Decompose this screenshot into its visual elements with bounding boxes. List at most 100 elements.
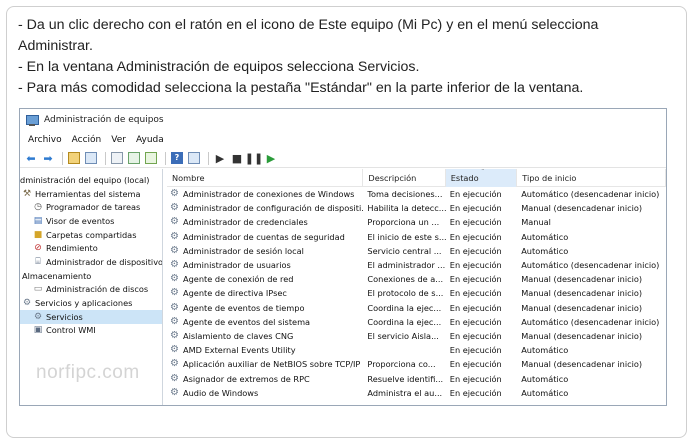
instructions-text: - Da un clic derecho con el ratón en el … xyxy=(18,15,678,99)
table-row[interactable]: ⚙ AMD External Events Utility En ejecución… xyxy=(167,343,666,357)
service-gear-icon: ⚙ xyxy=(170,288,179,299)
pause-icon[interactable]: ❚❚ xyxy=(245,151,263,165)
up-folder-icon[interactable] xyxy=(67,151,81,165)
tree-item-task-scheduler[interactable]: ◷ Programador de tareas xyxy=(20,200,162,214)
service-name-cell: ⚙ Aplicación auxiliar de NetBIOS sobre TC… xyxy=(167,359,363,369)
service-name-cell: ⚙ AMD External Events Utility xyxy=(167,345,363,355)
service-state: En ejecución xyxy=(449,260,502,271)
tree-item-disk-management[interactable]: ▭ Administración de discos xyxy=(20,283,162,297)
service-description: Servicio central ... xyxy=(367,245,442,256)
service-gear-icon: ⚙ xyxy=(170,217,179,228)
table-row[interactable]: ⚙ Administrador de sesión local Servicio c… xyxy=(167,244,666,258)
table-row[interactable]: ⚙ Agente de conexión de red Conexiones de … xyxy=(167,272,666,286)
table-row[interactable]: ⚙ Administrador de configuración de dispo… xyxy=(167,201,666,215)
service-name-cell: ⚙ Asignador de extremos de RPC xyxy=(167,374,363,384)
service-startup-type: Automático (desencadenar inicio) xyxy=(521,260,660,271)
service-name-cell: ⚙ Administrador de configuración de dispo… xyxy=(167,203,363,213)
tree-item-label: Control WMI xyxy=(46,325,96,336)
tree-item-device-manager[interactable]: ⌸ Administrador de dispositivo xyxy=(20,255,162,269)
tree-item-shared-folders[interactable]: ■ Carpetas compartidas xyxy=(20,228,162,242)
service-state: En ejecución xyxy=(449,203,502,214)
tree-item-computer-management[interactable]: dministración del equipo (local) xyxy=(20,173,162,187)
menu-archivo[interactable]: Archivo xyxy=(28,135,62,145)
table-row[interactable]: ⚙ Agente de directiva IPsec El protocolo d… xyxy=(167,286,666,300)
service-startup-type: Automático (desencadenar inicio) xyxy=(521,316,660,327)
table-row[interactable]: ⚙ Agente de eventos del sistema Coordina l… xyxy=(167,315,666,329)
refresh-icon[interactable] xyxy=(127,151,141,165)
service-state: En ejecución xyxy=(449,345,502,356)
table-row[interactable]: ⚙ Administrador de conexiones de Windows T… xyxy=(167,187,666,201)
tree-item-label: Servicios y aplicaciones xyxy=(35,298,133,309)
show-hide-tree-icon[interactable] xyxy=(84,151,98,165)
service-name-cell: ⚙ Administrador de conexiones de Windows xyxy=(167,189,363,199)
tree-item-services[interactable]: ⚙ Servicios xyxy=(20,309,162,324)
service-startup-type: Manual (desencadenar inicio) xyxy=(521,203,643,214)
menu-ayuda[interactable]: Ayuda xyxy=(136,135,164,145)
event-viewer-icon: ▤ xyxy=(33,215,43,226)
services-list: Nombre Descripción Estado Tipo de inicio… xyxy=(167,169,666,405)
window-titlebar[interactable]: Administración de equipos xyxy=(20,109,666,131)
tree-item-storage[interactable]: Almacenamiento xyxy=(20,269,162,283)
service-state: En ejecución xyxy=(449,274,502,285)
tree-item-event-viewer[interactable]: ▤ Visor de eventos xyxy=(20,214,162,228)
column-header-startup-type[interactable]: Tipo de inicio xyxy=(517,169,666,187)
service-name: Administrador de configuración de dispos… xyxy=(183,203,364,214)
column-header-description[interactable]: Descripción xyxy=(363,169,446,187)
service-startup-type: Automático xyxy=(521,387,569,398)
table-row[interactable]: ⚙ Aplicación auxiliar de NetBIOS sobre TC… xyxy=(167,357,666,371)
service-description: El inicio de este s... xyxy=(367,231,446,242)
menu-ver[interactable]: Ver xyxy=(111,135,126,145)
service-name: Administrador de credenciales xyxy=(183,217,308,228)
service-description: El protocolo de s... xyxy=(367,288,444,299)
export-list-icon[interactable] xyxy=(144,151,158,165)
table-row[interactable]: ⚙ Aislamiento de claves CNG El servicio Ai… xyxy=(167,329,666,343)
sort-caret-icon: ˄ xyxy=(481,169,485,176)
restart-icon[interactable]: ▶ xyxy=(264,151,278,165)
menu-accion[interactable]: Acción xyxy=(72,135,102,145)
service-description: Administra el au... xyxy=(367,387,443,398)
service-gear-icon: ⚙ xyxy=(170,330,179,341)
tree-item-label: Administrador de dispositivo xyxy=(46,256,163,267)
service-state: En ejecución xyxy=(449,288,502,299)
tree-item-label: Administración de discos xyxy=(46,284,149,295)
tree-item-label: Carpetas compartidas xyxy=(46,229,137,240)
toolbar-separator xyxy=(165,151,166,165)
service-startup-type: Manual xyxy=(521,217,551,228)
service-startup-type: Manual (desencadenar inicio) xyxy=(521,359,643,370)
table-row[interactable]: ⚙ Asignador de extremos de RPC Resuelve id… xyxy=(167,371,666,385)
table-row[interactable]: ⚙ Administrador de credenciales Proporcion… xyxy=(167,215,666,229)
tree-item-wmi-control[interactable]: ▣ Control WMI xyxy=(20,324,162,338)
tools-icon: ⚒ xyxy=(22,188,32,199)
stop-icon[interactable]: ■ xyxy=(230,151,244,165)
tree-item-services-apps[interactable]: ⚙ Servicios y aplicaciones xyxy=(20,296,162,310)
forward-arrow-icon[interactable]: ➡ xyxy=(41,151,55,165)
service-name: Audio de Windows xyxy=(183,387,259,398)
table-row[interactable]: ⚙ Administrador de usuarios El administrad… xyxy=(167,258,666,272)
tree-item-performance[interactable]: ⊘ Rendimiento xyxy=(20,241,162,255)
service-name: Agente de eventos del sistema xyxy=(183,316,311,327)
table-row[interactable]: ⚙ Administrador de cuentas de seguridad El… xyxy=(167,230,666,244)
window-title: Administración de equipos xyxy=(44,115,164,125)
service-state: En ejecución xyxy=(449,245,502,256)
tree-item-label: Servicios xyxy=(46,311,83,322)
service-description: El administrador ... xyxy=(367,260,446,271)
properties-icon[interactable] xyxy=(110,151,124,165)
service-startup-type: Manual (desencadenar inicio) xyxy=(521,274,643,285)
service-startup-type: Automático xyxy=(521,373,569,384)
tree-item-system-tools[interactable]: ⚒ Herramientas del sistema xyxy=(20,187,162,201)
service-gear-icon: ⚙ xyxy=(170,203,179,214)
clock-icon: ◷ xyxy=(34,202,42,213)
back-arrow-icon[interactable]: ⬅ xyxy=(24,151,38,165)
help-icon[interactable]: ? xyxy=(170,151,184,165)
menu-bar: Archivo Acción Ver Ayuda xyxy=(20,131,666,149)
service-startup-type: Automático (desencadenar inicio) xyxy=(521,189,660,200)
column-header-name[interactable]: Nombre xyxy=(167,169,364,187)
toolbar: ⬅ ➡ ? ▶ ■ ❚❚ ▶ xyxy=(20,149,666,168)
table-row[interactable]: ⚙ Audio de Windows Administra el au... En e… xyxy=(167,386,666,400)
shared-folder-icon: ■ xyxy=(33,229,43,240)
play-icon[interactable]: ▶ xyxy=(213,151,227,165)
table-row[interactable]: ⚙ Agente de eventos de tiempo Coordina la … xyxy=(167,301,666,315)
device-manager-icon: ⌸ xyxy=(35,256,41,267)
service-name-cell: ⚙ Agente de eventos del sistema xyxy=(167,317,363,327)
view-icon[interactable] xyxy=(187,151,201,165)
